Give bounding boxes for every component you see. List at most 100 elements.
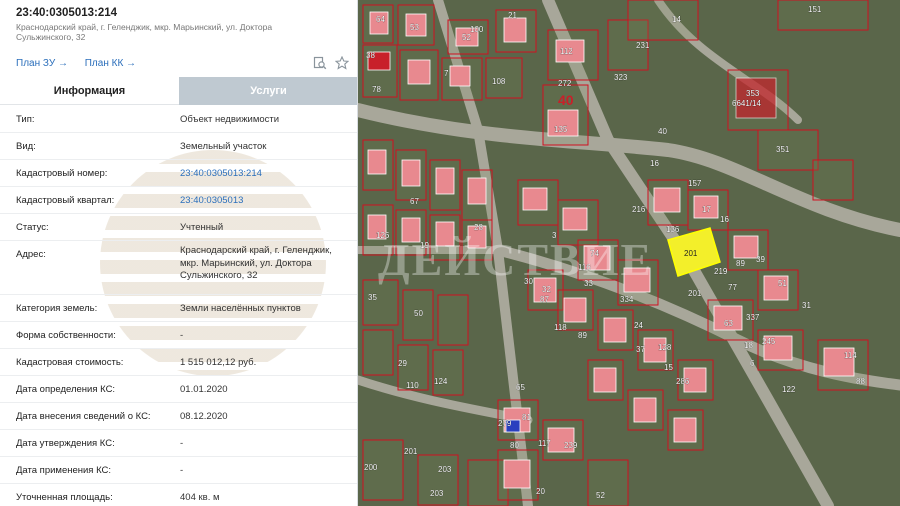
field-value: - [180, 330, 184, 341]
parcel-label: 100 [470, 25, 484, 34]
parcel-label: 272 [558, 79, 572, 88]
parcel-label: 323 [614, 73, 628, 82]
map-canvas[interactable]: 201 40 ДЕЙСТВИЕ 64 53 52 100 21 231 112 … [358, 0, 900, 506]
parcel-label: 17 [702, 205, 711, 214]
parcel-label: 201 [404, 447, 418, 456]
field-value: 08.12.2020 [180, 411, 228, 422]
parcel-label: 135 [554, 125, 568, 134]
parcel-label: 24 [634, 321, 643, 330]
parcel-label: 50 [414, 309, 423, 318]
cadastral-map[interactable]: 201 40 ДЕЙСТВИЕ 64 53 52 100 21 231 112 … [358, 0, 900, 506]
field-label: Дата определения КС: [16, 384, 116, 395]
parcel-label: 29 [398, 359, 407, 368]
parcel-label: 116 [578, 263, 591, 272]
parcel-label: 38 [366, 51, 375, 60]
parcel-label: 6641/14 [732, 99, 761, 108]
field-row-value-date: Дата определения КС: 01.01.2020 [0, 376, 357, 403]
parcel-label: 89 [736, 259, 745, 268]
parcel-label: 216 [632, 205, 646, 214]
parcel-label: 67 [410, 197, 419, 206]
field-row-cadastral-quarter: Кадастровый квартал: 23:40:0305013 [0, 187, 357, 214]
building [435, 167, 455, 195]
tab-services[interactable]: Услуги [179, 77, 357, 105]
star-icon[interactable] [334, 55, 350, 70]
parcel-label: 39 [756, 255, 765, 264]
field-row-type: Тип: Объект недвижимости [0, 106, 357, 133]
building [407, 59, 431, 85]
parcel-label: 16 [650, 159, 659, 168]
parcel-label: 65 [516, 383, 525, 392]
building [503, 459, 531, 489]
field-row-application-date: Дата применения КС: - [0, 457, 357, 484]
parcel-label: 64 [376, 15, 385, 24]
parcel-label: 203 [438, 465, 452, 474]
parcel-label: 351 [776, 145, 790, 154]
parcel-label: 63 [724, 319, 733, 328]
parcel-label: 74 [590, 249, 599, 258]
parcel-label: 151 [808, 5, 822, 14]
parcel-label: 14 [672, 15, 681, 24]
plan-kk-link[interactable]: План КК → [85, 58, 136, 69]
parcel-label: 126 [376, 231, 390, 240]
parcel-label: 21 [508, 11, 517, 20]
selected-parcel-label: 201 [684, 249, 698, 258]
field-value: 01.01.2020 [180, 384, 228, 395]
parcel-label: 201 [688, 289, 702, 298]
field-value: Объект недвижимости [180, 114, 280, 125]
field-value: - [180, 438, 184, 449]
field-value: Учтенный [180, 222, 224, 233]
parcel-label: 334 [620, 295, 634, 304]
parcel-label: 157 [688, 179, 702, 188]
parcel-label: 353 [746, 89, 760, 98]
parcel-label: 28 [474, 223, 483, 232]
parcel-label: 118 [554, 323, 567, 332]
parcel-label: 239 [564, 441, 578, 450]
field-label: Дата утверждения КС: [16, 438, 115, 449]
field-value: 404 кв. м [180, 492, 220, 503]
parcel-label: 87 [540, 295, 549, 304]
parcel-label: 219 [714, 267, 728, 276]
parcel-label: 108 [492, 77, 506, 86]
parcel [362, 329, 394, 376]
search-document-icon[interactable] [313, 56, 327, 70]
tab-info[interactable]: Информация [0, 77, 179, 105]
parcel-label: 6 [750, 359, 755, 368]
field-value: 1 515 012,12 руб. [180, 357, 257, 368]
field-label: Дата применения КС: [16, 465, 112, 476]
field-value: Земельный участок [180, 141, 267, 152]
parcel-label: 286 [676, 377, 690, 386]
parcel-label: 15 [664, 363, 673, 372]
parcel-label: 7 [444, 69, 449, 78]
parcel-label: 136 [666, 225, 680, 234]
parcel-label: 81 [522, 413, 531, 422]
parcel-label: 31 [802, 301, 811, 310]
cadastral-title: 23:40:0305013:214 [16, 7, 118, 19]
building [562, 207, 588, 231]
parcel-label: 37 [636, 345, 645, 354]
parcel-label: 80 [510, 441, 519, 450]
field-row-land-category: Категория земель: Земли населённых пункто… [0, 295, 357, 322]
info-fields: Тип: Объект недвижимости Вид: Земельный уч… [0, 106, 357, 506]
parcel-label: 279 [498, 419, 512, 428]
parcel-label: 203 [430, 489, 444, 498]
field-label: Кадастровый квартал: [16, 195, 115, 206]
parcel [777, 0, 869, 31]
parcel-label: 3 [552, 231, 557, 240]
parcel-label: 19 [420, 241, 429, 250]
info-panel: 23:40:0305013:214 Краснодарский край, г.… [0, 0, 358, 506]
plan-zu-link[interactable]: План ЗУ → [16, 58, 68, 69]
parcel-label: 112 [560, 47, 573, 56]
building [593, 367, 617, 393]
field-row-cadastral-value: Кадастровая стоимость: 1 515 012,12 руб. [0, 349, 357, 376]
parcel-label: 124 [434, 377, 448, 386]
field-row-value-entry-date: Дата внесения сведений о КС: 08.12.2020 [0, 403, 357, 430]
field-row-kind: Вид: Земельный участок [0, 133, 357, 160]
field-label: Форма собственности: [16, 330, 116, 341]
field-label: Кадастровый номер: [16, 168, 108, 179]
building [673, 417, 697, 443]
cadastral-number-link[interactable]: 23:40:0305013:214 [180, 168, 350, 181]
building [735, 77, 777, 119]
cadastral-quarter-link[interactable]: 23:40:0305013 [180, 195, 350, 208]
building [633, 397, 657, 423]
field-label: Вид: [16, 141, 36, 152]
